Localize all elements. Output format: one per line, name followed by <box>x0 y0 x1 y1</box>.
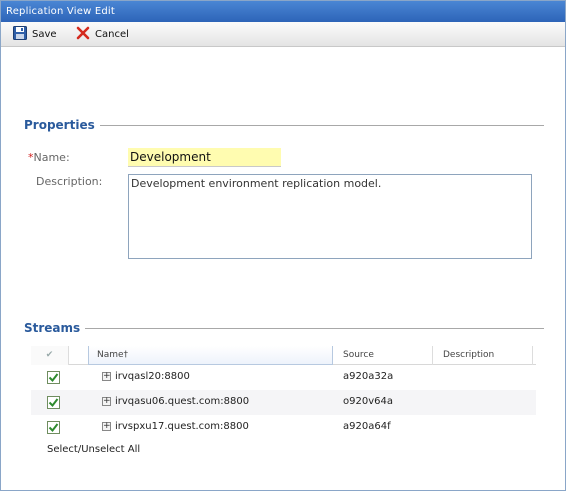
streams-section-header: Streams <box>24 321 544 335</box>
name-label: Name: <box>33 151 70 164</box>
window-titlebar: Replication View Edit <box>1 1 565 22</box>
stream-source: o920v64a <box>343 396 393 407</box>
stream-source: a920a32a <box>343 371 394 382</box>
name-column-header[interactable]: Name† <box>88 346 333 365</box>
checkmark-icon <box>48 423 59 433</box>
stream-name: irvqasu06.quest.com:8800 <box>115 396 250 407</box>
checkmark-icon <box>48 373 59 383</box>
stream-source: a920a64f <box>343 421 391 432</box>
save-button[interactable]: Save <box>13 26 57 43</box>
name-field[interactable] <box>128 148 281 167</box>
streams-section-title: Streams <box>24 321 81 335</box>
table-row[interactable]: + irvspxu17.quest.com:8800 a920a64f <box>31 415 536 440</box>
name-label-row: *Name: <box>28 151 70 164</box>
check-column-header[interactable]: ✔ <box>31 346 69 365</box>
properties-section-title: Properties <box>24 118 95 132</box>
stream-name: irvqasl20:8800 <box>115 371 190 382</box>
properties-section-header: Properties <box>24 118 544 132</box>
streams-grid: ✔ Name† Source Description + irvqasl20:8… <box>31 346 536 440</box>
description-field[interactable]: Development environment replication mode… <box>128 174 532 259</box>
grid-header: ✔ Name† Source Description <box>31 346 536 365</box>
toolbar: Save Cancel <box>1 22 565 47</box>
table-row[interactable]: + irvqasu06.quest.com:8800 o920v64a <box>31 390 536 415</box>
section-divider <box>99 124 544 126</box>
cancel-label: Cancel <box>95 29 129 40</box>
save-label: Save <box>32 29 57 40</box>
row-checkbox[interactable] <box>47 421 60 434</box>
section-divider <box>85 327 544 329</box>
replication-view-edit-window: Replication View Edit Save Cancel Proper… <box>0 0 566 491</box>
expand-plus-icon[interactable]: + <box>102 397 111 406</box>
stream-name: irvspxu17.quest.com:8800 <box>115 421 249 432</box>
floppy-disk-icon <box>13 26 27 43</box>
select-unselect-all-link[interactable]: Select/Unselect All <box>47 444 140 455</box>
row-checkbox[interactable] <box>47 371 60 384</box>
window-title: Replication View Edit <box>6 6 115 17</box>
expand-plus-icon[interactable]: + <box>102 422 111 431</box>
expand-plus-icon[interactable]: + <box>102 372 111 381</box>
table-row[interactable]: + irvqasl20:8800 a920a32a <box>31 365 536 390</box>
row-checkbox[interactable] <box>47 396 60 409</box>
description-label: Description: <box>36 175 103 188</box>
description-column-header[interactable]: Description <box>433 346 533 365</box>
cancel-button[interactable]: Cancel <box>76 26 129 43</box>
red-x-icon <box>76 26 90 43</box>
checkmark-icon <box>48 398 59 408</box>
source-column-header[interactable]: Source <box>333 346 433 365</box>
